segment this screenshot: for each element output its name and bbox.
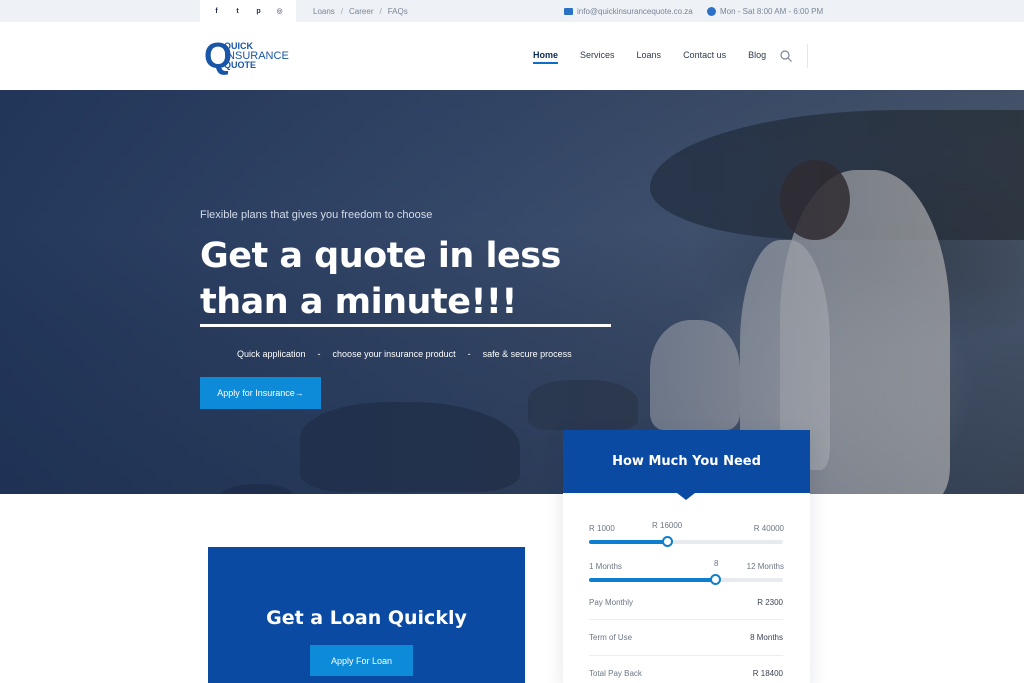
mail-icon [564,8,573,15]
hero-banner: Flexible plans that gives you freedom to… [0,90,1024,494]
loan-calculator: How Much You Need R 1000 R 16000 R 40000… [563,430,810,683]
nav-blog[interactable]: Blog [748,50,766,60]
pay-monthly-value: R 2300 [757,598,783,607]
hero-features: Quick application - choose your insuranc… [237,349,572,359]
calculator-title: How Much You Need [612,454,761,469]
amount-slider-handle[interactable] [661,536,673,547]
total-pay-back-row: Total Pay Back R 18400 [589,669,783,678]
term-slider-fill [589,578,716,582]
opening-hours: Mon - Sat 8:00 AM - 6:00 PM [707,7,823,16]
row-divider [589,655,783,656]
loan-promo: Get a Loan Quickly Apply For Loan [208,547,525,683]
loan-title: Get a Loan Quickly [266,607,467,629]
header-divider [807,44,808,68]
pay-monthly-row: Pay Monthly R 2300 [589,598,783,607]
amount-value-label: R 16000 [652,521,683,530]
top-link-faqs[interactable]: FAQs [388,7,408,16]
pinterest-icon[interactable]: p [254,6,264,16]
logo-line-quote: QUOTE [224,60,257,70]
feature-secure-process: safe & secure process [482,349,572,359]
site-header: Q QUICK INSURANCE QUOTE Home Services Lo… [0,22,1024,90]
term-of-use-value: 8 Months [750,633,783,642]
twitter-icon[interactable]: t [233,6,243,16]
total-pay-back-label: Total Pay Back [589,669,642,678]
search-icon[interactable] [780,50,792,62]
term-of-use-row: Term of Use 8 Months [589,633,783,642]
amount-min-label: R 1000 [589,524,615,533]
term-min-label: 1 Months [589,562,622,571]
feature-quick-application: Quick application [237,349,306,359]
apply-for-loan-button[interactable]: Apply For Loan [310,645,413,676]
term-max-label: 12 Months [746,562,784,571]
total-pay-back-value: R 18400 [752,669,783,678]
instagram-icon[interactable]: ◎ [275,6,285,16]
calculator-notch [677,493,695,500]
hero-title-line-2: than a minute!!! [200,282,517,322]
top-link-separator: / [379,7,382,16]
social-links: f t p ◎ [200,0,296,22]
top-links: Loans / Career / FAQs [313,7,408,16]
term-value-label: 8 [714,559,719,568]
logo[interactable]: Q QUICK INSURANCE QUOTE [204,38,294,74]
hours-text: Mon - Sat 8:00 AM - 6:00 PM [720,7,824,16]
apply-for-insurance-button[interactable]: Apply for Insurance→ [200,377,321,409]
feature-choose-product: choose your insurance product [332,349,456,359]
contact-email[interactable]: info@quickinsurancequote.co.za [564,7,693,16]
nav-loans[interactable]: Loans [637,50,662,60]
row-divider [589,619,783,620]
top-link-separator: / [340,7,344,16]
hero-subtitle: Flexible plans that gives you freedom to… [200,209,433,221]
feature-separator: - [317,349,321,359]
logo-wordmark: QUICK INSURANCE QUOTE [224,42,289,70]
feature-separator: - [467,349,471,359]
nav-home[interactable]: Home [533,50,559,64]
clock-icon [707,7,716,16]
top-bar: f t p ◎ Loans / Career / FAQs info@quick… [0,0,1024,22]
hero-title: Get a quote in less than a minute!!! [200,233,620,325]
top-link-loans[interactable]: Loans [313,7,335,16]
email-text: info@quickinsurancequote.co.za [577,7,693,16]
calculator-header: How Much You Need [563,430,810,493]
nav-contact-us[interactable]: Contact us [683,50,726,60]
hero-title-line-1: Get a quote in less [200,236,561,276]
amount-slider[interactable] [589,536,783,547]
hero-underline [200,324,611,327]
pay-monthly-label: Pay Monthly [589,598,634,607]
term-slider[interactable] [589,574,783,585]
nav-services[interactable]: Services [580,50,615,60]
amount-slider-fill [589,540,667,544]
main-nav: Home Services Loans Contact us Blog [533,50,766,64]
facebook-icon[interactable]: f [212,6,222,16]
term-of-use-label: Term of Use [589,633,633,642]
amount-max-label: R 40000 [753,524,784,533]
term-slider-handle[interactable] [710,574,722,585]
top-link-career[interactable]: Career [349,7,373,16]
